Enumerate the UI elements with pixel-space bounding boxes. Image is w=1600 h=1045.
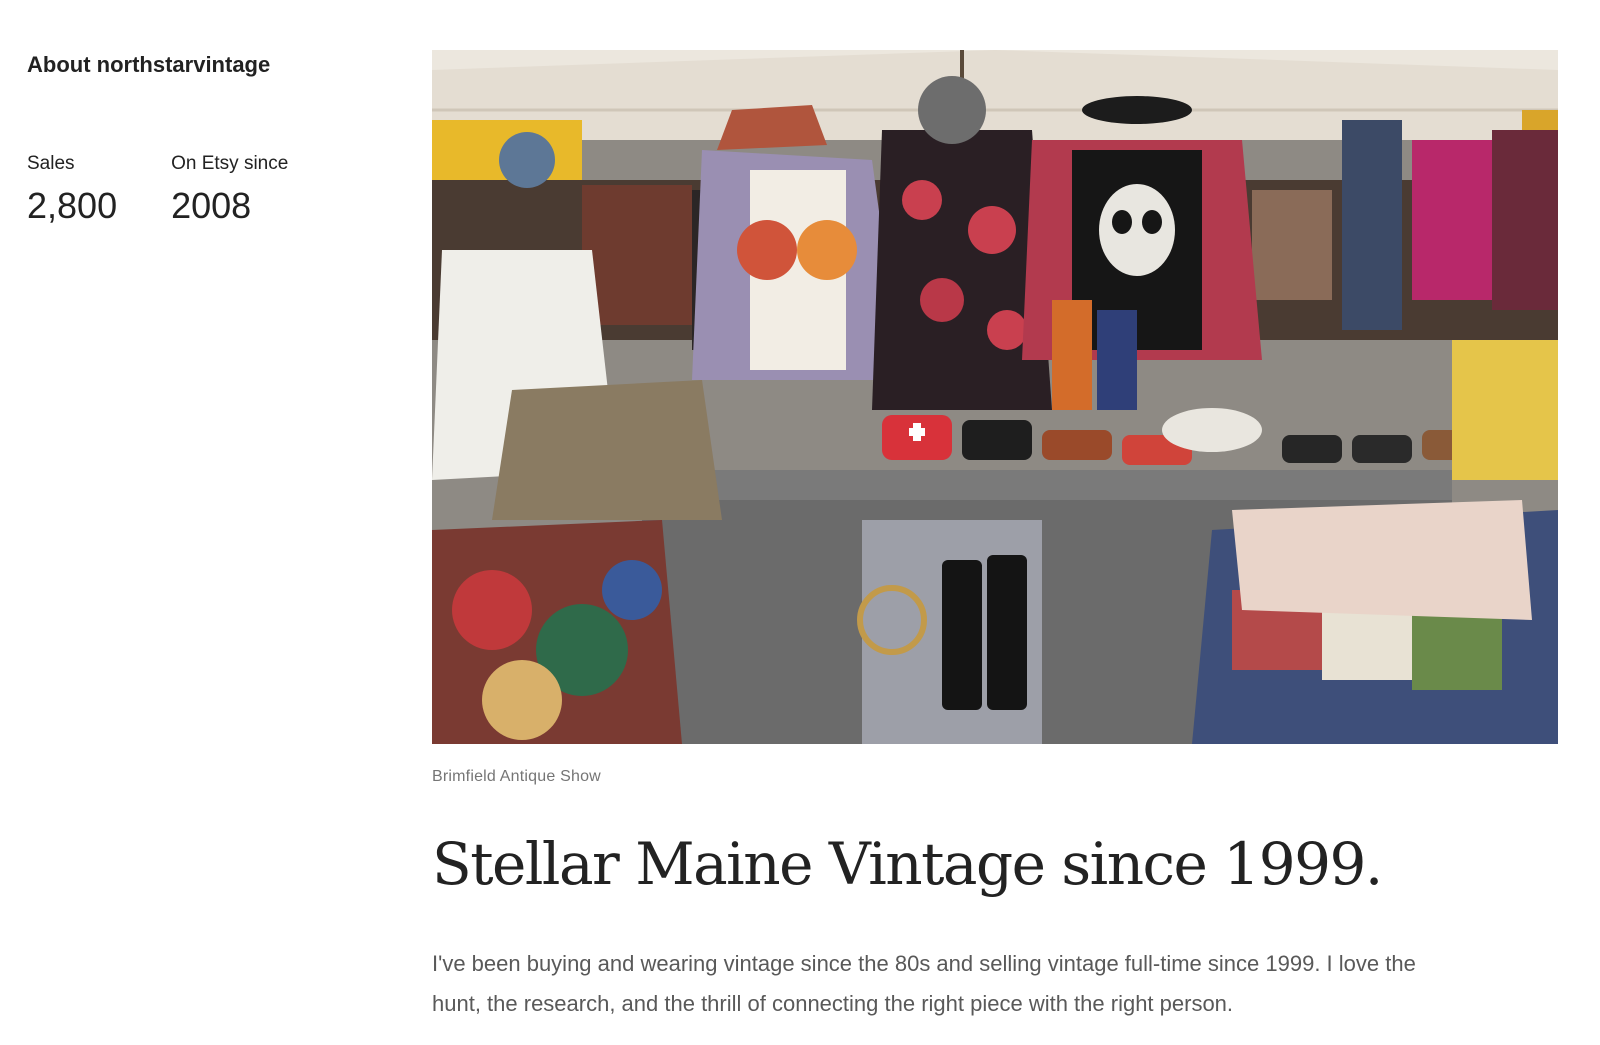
stat-sales-label: Sales <box>27 153 75 174</box>
shop-about-sidebar: About northstarvintage Sales 2,800 On Et… <box>27 50 387 230</box>
shop-headline: Stellar Maine Vintage since 1999. <box>432 830 1383 898</box>
stat-sales-value: 2,800 <box>27 185 118 226</box>
photo-caption: Brimfield Antique Show <box>432 768 601 785</box>
shop-photo-vintage-booth <box>432 50 1558 744</box>
shop-about-page: About northstarvintage Sales 2,800 On Et… <box>0 0 1600 1045</box>
shop-photo <box>432 50 1558 744</box>
stat-on-etsy-since-value: 2008 <box>171 185 252 226</box>
stat-sales: Sales 2,800 <box>27 152 117 230</box>
about-shop-title: About northstarvintage <box>27 52 271 77</box>
stat-on-etsy-since: On Etsy since 2008 <box>171 152 288 230</box>
shop-bio: I've been buying and wearing vintage sin… <box>432 951 1416 1016</box>
shop-about-main: Brimfield Antique Show Stellar Maine Vin… <box>432 50 1558 1045</box>
shop-stats: Sales 2,800 On Etsy since 2008 <box>27 152 387 230</box>
stat-on-etsy-since-label: On Etsy since <box>171 153 289 174</box>
